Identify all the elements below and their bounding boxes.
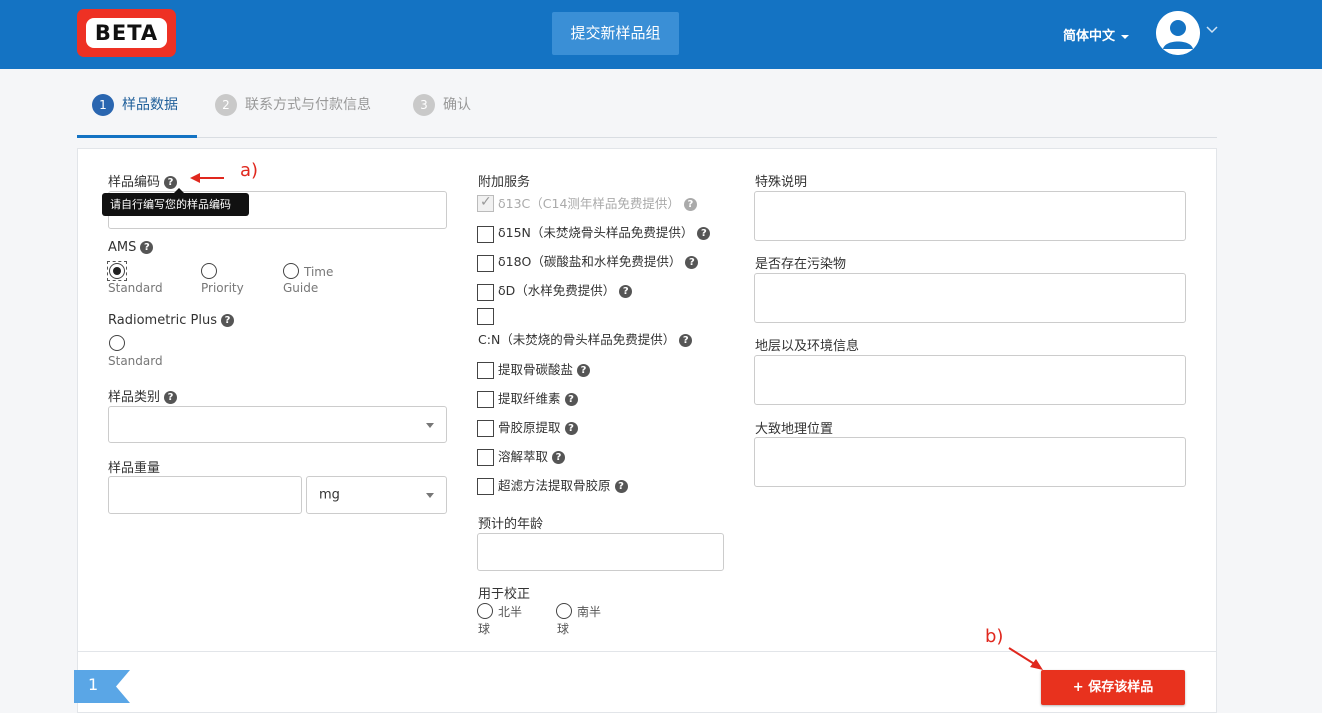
service-d18o-label: δ18O（碳酸盐和水样免费提供）? [498,254,699,270]
step-label: 联系方式与付款信息 [245,97,371,113]
service-bone-carbonate-checkbox[interactable] [477,362,494,379]
location-textarea[interactable] [754,437,1186,487]
help-icon[interactable]: ? [614,480,628,493]
help-icon[interactable]: ? [164,391,178,404]
annotation-a: a) [240,160,259,181]
page-number-flag [74,670,130,703]
service-ultrafiltration-checkbox[interactable] [477,478,494,495]
service-d15n-checkbox[interactable] [477,226,494,243]
active-step-underline [77,135,197,138]
service-dissolution-label: 溶解萃取? [498,449,566,465]
service-collagen-checkbox[interactable] [477,420,494,437]
user-icon [1156,11,1200,55]
service-bone-carbonate-label: 提取骨碳酸盐? [498,362,591,378]
service-ultrafiltration-label: 超滤方法提取骨胶原? [498,478,628,494]
sample-code-tooltip: 请自行编写您的样品编码 [102,188,249,216]
help-icon[interactable]: ? [619,285,633,298]
calibration-south-radio[interactable] [556,603,572,619]
calibration-north-label-2: 球 [478,622,491,636]
step-confirm[interactable]: 3 确认 [413,93,471,117]
contamination-textarea[interactable] [754,273,1186,323]
radiometric-standard-radio[interactable] [109,335,125,351]
service-dissolution-checkbox[interactable] [477,449,494,466]
page-number: 1 [88,675,99,694]
stratigraphy-textarea[interactable] [754,355,1186,405]
stepper: 1 样品数据 2 联系方式与付款信息 3 确认 [77,69,1217,138]
help-icon[interactable]: ? [683,198,697,211]
location-label: 大致地理位置 [755,422,834,437]
contamination-label: 是否存在污染物 [755,257,847,272]
ams-standard-radio[interactable] [109,263,125,279]
expected-age-input[interactable] [477,533,724,571]
language-label: 简体中文 [1063,29,1116,44]
extra-services-label: 附加服务 [478,175,531,190]
ams-priority-radio[interactable] [201,263,217,279]
help-icon[interactable]: ? [679,334,693,347]
step-label: 样品数据 [122,97,178,113]
service-d15n-label: δ15N（未焚烧骨头样品免费提供）? [498,225,711,241]
sample-weight-input[interactable] [108,476,302,514]
sample-code-label: 样品编码? [108,171,178,190]
service-cellulose-label: 提取纤维素? [498,391,578,407]
annotation-b: b) [985,626,1004,647]
calibration-label: 用于校正 [478,587,531,602]
ams-standard-label: Standard [108,281,163,295]
service-d13c-label: δ13C（C14测年样品免费提供）? [498,196,697,212]
top-header: BETA 提交新样品组 简体中文 [0,0,1322,69]
language-selector[interactable]: 简体中文 [1063,25,1130,44]
calibration-south-label-1: 南半 [577,605,602,619]
caret-down-icon [1121,34,1130,39]
special-notes-textarea[interactable] [754,191,1186,241]
service-cn-checkbox[interactable] [477,308,494,325]
calibration-north-label-1: 北半 [498,605,523,619]
caret-down-icon [426,493,434,498]
help-icon[interactable]: ? [564,393,578,406]
panel-divider [77,651,1217,652]
ams-time-guide-radio[interactable] [283,263,299,279]
special-notes-label: 特殊说明 [755,175,808,190]
help-icon[interactable]: ? [564,422,578,435]
beta-logo[interactable]: BETA [77,9,176,57]
service-cn-label: C:N（未焚烧的骨头样品免费提供）? [478,332,693,348]
calibration-north-radio[interactable] [477,603,493,619]
sample-weight-label: 样品重量 [108,461,161,476]
logo-text: BETA [86,18,167,48]
ams-priority-label: Priority [201,281,244,295]
caret-down-icon [426,422,434,428]
expected-age-label: 预计的年龄 [478,517,544,532]
service-dd-label: δD（水样免费提供）? [498,283,633,299]
sample-type-label: 样品类别? [108,386,178,405]
help-icon[interactable]: ? [577,364,591,377]
service-collagen-label: 骨胶原提取? [498,420,578,436]
chevron-down-icon[interactable] [1206,26,1218,34]
stratigraphy-label: 地层以及环境信息 [755,339,860,354]
radiometric-standard-label: Standard [108,354,163,368]
weight-unit-select[interactable]: mg [306,476,447,514]
calibration-south-label-2: 球 [557,622,570,636]
annotation-arrow-b [1008,647,1043,670]
sample-type-select[interactable] [108,406,447,443]
ams-time-guide-label-2: Guide [283,281,319,295]
help-icon[interactable]: ? [685,256,699,269]
service-dd-checkbox[interactable] [477,284,494,301]
save-sample-button[interactable]: + 保存该样品 [1041,670,1185,705]
ams-time-guide-label-1: Time [304,265,334,279]
help-icon[interactable]: ? [697,227,711,240]
service-d18o-checkbox[interactable] [477,255,494,272]
ams-label: AMS? [108,240,154,255]
help-icon[interactable]: ? [140,241,154,254]
step-label: 确认 [443,97,471,113]
annotation-arrow-a [190,173,224,183]
help-icon[interactable]: ? [552,451,566,464]
help-icon[interactable]: ? [221,314,234,327]
submit-new-batch-tab[interactable]: 提交新样品组 [552,12,679,55]
service-d13c-checkbox [477,194,494,212]
step-contact-payment[interactable]: 2 联系方式与付款信息 [215,93,371,117]
user-avatar[interactable] [1156,11,1200,55]
radiometric-plus-label: Radiometric Plus? [108,313,234,328]
step-sample-data[interactable]: 1 样品数据 [92,93,178,117]
service-cellulose-checkbox[interactable] [477,391,494,408]
